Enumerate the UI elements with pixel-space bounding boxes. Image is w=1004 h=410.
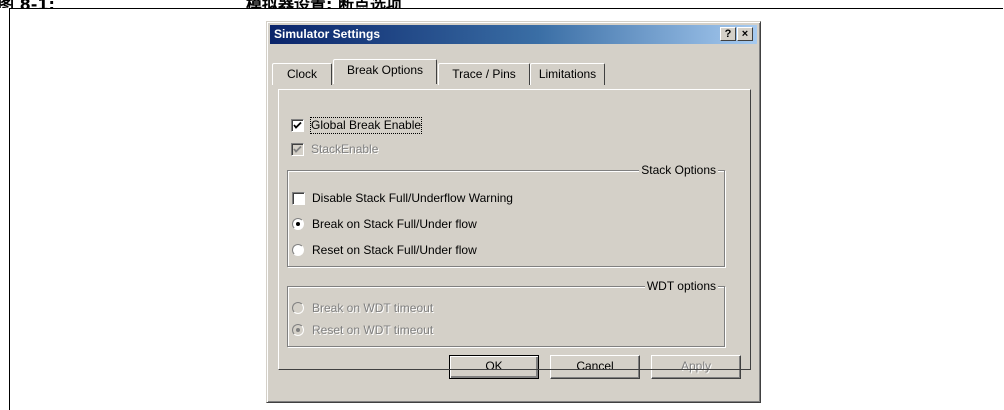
checkbox-box [291,119,304,132]
break-on-wdt-label: Break on WDT timeout [312,301,434,315]
radio-circle [292,302,304,314]
wdt-options-group: WDT options Break on WDT timeout Reset o… [287,279,725,347]
tab-limitations[interactable]: Limitations [530,63,605,85]
close-button[interactable]: × [737,27,753,41]
stack-options-group: Stack Options Disable Stack Full/Underfl… [287,163,725,267]
reset-on-wdt-label: Reset on WDT timeout [312,323,434,337]
figure-caption: 图 8-1: 模拟器设置: 断点选项 [0,0,1004,8]
tab-break-options[interactable]: Break Options [333,59,437,84]
wdt-options-legend: WDT options [644,279,718,293]
checkmark-icon [293,121,302,129]
stack-options-legend: Stack Options [639,163,718,177]
tab-clock[interactable]: Clock [272,63,332,85]
global-break-enable-label: Global Break Enable [309,117,423,134]
checkmark-icon [293,145,302,153]
simulator-settings-dialog: Simulator Settings ? × Clock Break Optio… [266,21,761,403]
reset-on-stack-label: Reset on Stack Full/Under flow [312,243,477,257]
disable-stack-warning-label: Disable Stack Full/Underflow Warning [312,191,513,205]
tab-trace-pins[interactable]: Trace / Pins [438,63,530,85]
figure-label: 图 8-1: [0,0,55,8]
dialog-title: Simulator Settings [274,27,381,41]
radio-circle [292,244,304,256]
break-options-panel: Global Break Enable StackEnable Stack Op… [278,89,751,370]
stack-enable-label: StackEnable [311,142,379,156]
radio-circle [292,218,304,230]
checkbox-box [291,143,304,156]
title-bar[interactable]: Simulator Settings ? × [270,25,757,44]
checkbox-box [292,192,305,205]
figure-title: 模拟器设置: 断点选项 [246,0,402,8]
radio-circle [292,324,304,336]
help-button[interactable]: ? [720,27,736,41]
break-on-stack-label: Break on Stack Full/Under flow [312,217,477,231]
